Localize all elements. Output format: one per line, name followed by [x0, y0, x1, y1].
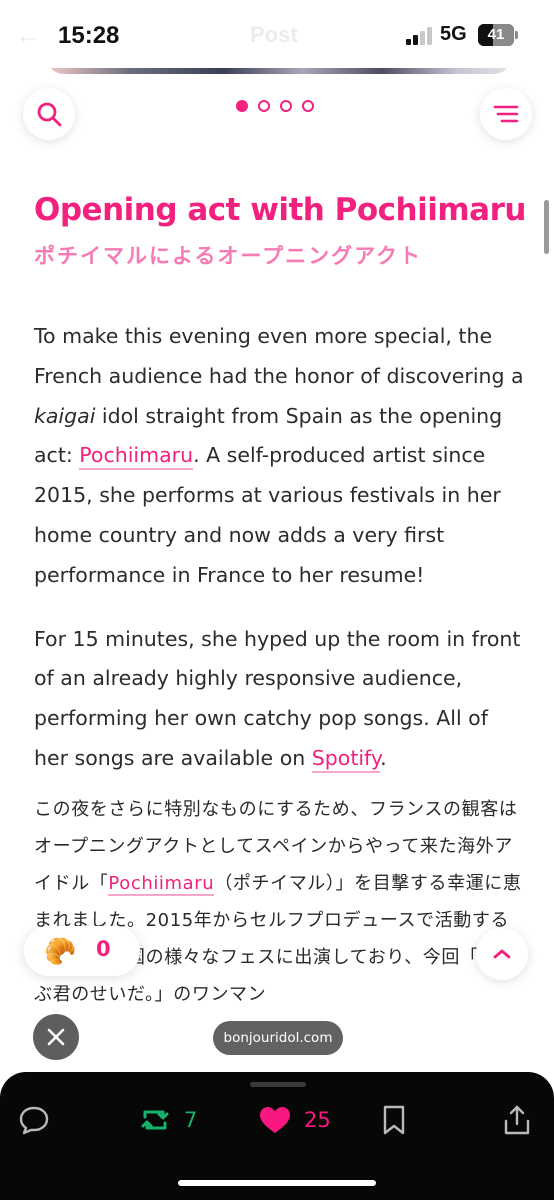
- bookmark-icon: [383, 1105, 405, 1135]
- like-count: 25: [304, 1108, 331, 1132]
- menu-icon: [493, 105, 519, 123]
- text: .: [380, 745, 387, 770]
- like-button[interactable]: 25: [258, 1102, 331, 1138]
- battery-tip: [515, 31, 518, 39]
- reply-button[interactable]: [18, 1102, 50, 1138]
- chevron-up-icon: [493, 949, 511, 959]
- repost-button[interactable]: 7: [138, 1102, 197, 1138]
- back-arrow-icon[interactable]: ←: [16, 22, 40, 50]
- paragraph-japanese: この夜をさらに特別なものにするため、フランスの観客はオープニングアクトとしてスペ…: [34, 791, 524, 1013]
- network-type: 5G: [440, 23, 467, 45]
- paragraph-opening-act: To make this evening even more special, …: [34, 317, 524, 596]
- menu-button[interactable]: [480, 88, 532, 140]
- croissant-icon: 🥐: [44, 936, 77, 966]
- text: To make this evening even more special, …: [34, 324, 524, 388]
- reply-icon: [19, 1106, 49, 1135]
- sheet-grabber[interactable]: [250, 1082, 306, 1087]
- scroll-top-button[interactable]: [476, 928, 528, 980]
- close-button[interactable]: [33, 1014, 79, 1060]
- battery-level: 41: [487, 26, 505, 43]
- share-icon: [504, 1105, 530, 1135]
- carousel-dot[interactable]: [280, 100, 292, 112]
- reaction-count: 0: [96, 937, 111, 961]
- bookmark-button[interactable]: [380, 1102, 408, 1138]
- close-icon: [47, 1028, 65, 1046]
- carousel-dot[interactable]: [258, 100, 270, 112]
- pochiimaru-link[interactable]: Pochiimaru: [79, 443, 194, 471]
- search-icon: [37, 102, 62, 127]
- faint-title: Post: [250, 22, 298, 47]
- article-heading: Opening act with Pochiimaru: [34, 192, 526, 228]
- battery-icon: 41: [478, 24, 514, 46]
- text: For 15 minutes, she hyped up the room in…: [34, 626, 521, 770]
- spotify-link[interactable]: Spotify: [311, 745, 381, 773]
- signal-icon: [406, 27, 434, 45]
- repost-count: 7: [184, 1108, 198, 1132]
- home-indicator: [178, 1180, 376, 1186]
- article-body: Opening act with Pochiimaru ポチイマルによるオープニ…: [34, 188, 526, 1013]
- status-time: 15:28: [58, 22, 120, 49]
- italic-term: kaigai: [34, 403, 96, 428]
- pochiimaru-link-ja[interactable]: Pochiimaru: [108, 872, 215, 896]
- article-subheading: ポチイマルによるオープニングアクト: [34, 245, 423, 268]
- carousel-dot[interactable]: [302, 100, 314, 112]
- post-action-bar: 7 25: [0, 1072, 554, 1200]
- search-button[interactable]: [23, 88, 75, 140]
- reaction-button[interactable]: 🥐 0: [24, 926, 140, 976]
- scrollbar-thumb[interactable]: [544, 200, 549, 254]
- carousel-dot[interactable]: [236, 100, 248, 112]
- share-button[interactable]: [502, 1102, 532, 1138]
- status-bar: ← 15:28 Post 5G 41: [0, 0, 554, 68]
- domain-label[interactable]: bonjouridol.com: [213, 1021, 343, 1055]
- paragraph-performance: For 15 minutes, she hyped up the room in…: [34, 620, 524, 779]
- repost-icon: [141, 1110, 169, 1130]
- heart-icon: [260, 1107, 290, 1133]
- carousel-dots: [236, 100, 314, 112]
